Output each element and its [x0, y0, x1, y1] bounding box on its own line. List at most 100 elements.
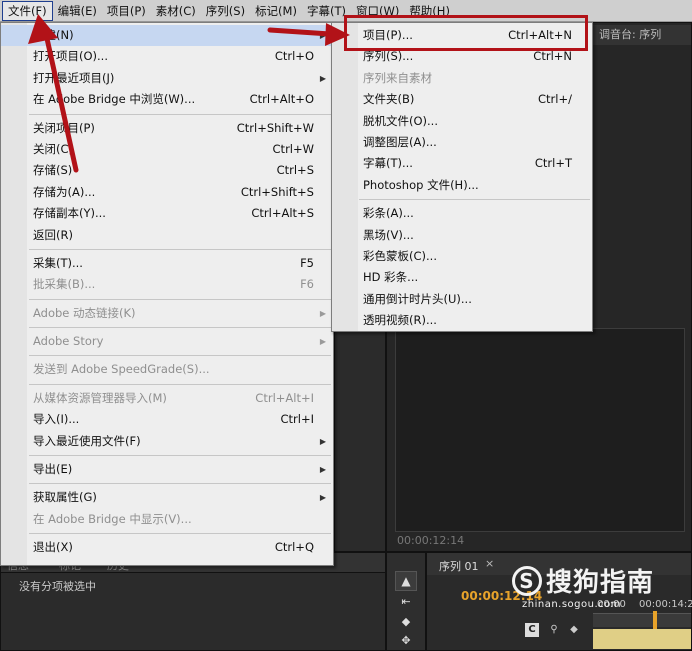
sub-menu-item[interactable]: 调整图层(A)...: [332, 132, 592, 153]
timeline-tracks: [593, 629, 691, 649]
submenu-arrow-icon: ▶: [319, 493, 326, 503]
sub-menu-item-label: 彩色蒙板(C)...: [363, 248, 437, 263]
menu-separator: [29, 383, 331, 385]
file-menu-item[interactable]: 导入最近使用文件(F) ▶: [1, 431, 333, 452]
file-menu-item[interactable]: 打开最近项目(J) ▶: [1, 68, 333, 89]
file-menu-item-label: 存储副本(Y)...: [33, 206, 106, 221]
watermark: S 搜狗指南 zhinan.sogou.com: [512, 562, 654, 610]
submenu-arrow-icon: ▶: [319, 436, 326, 446]
file-menu: 新建(N) ▶ 打开项目(O)... Ctrl+O 打开最近项目(J) ▶ 在 Adobe …: [0, 22, 334, 566]
shortcut-label: Ctrl+Shift+W: [236, 120, 314, 135]
file-menu-item[interactable]: 采集(T)... F5: [1, 253, 333, 274]
file-menu-item-label: 退出(X): [33, 540, 73, 555]
watermark-text: 搜狗指南: [546, 568, 655, 598]
menu-separator: [29, 455, 331, 457]
highlight-box: [344, 15, 588, 51]
new-submenu: 项目(P)... Ctrl+Alt+N 序列(S)... Ctrl+N 序列来自素材 文件…: [331, 22, 593, 332]
monitor-screen: [395, 328, 685, 532]
file-menu-item-label: 发送到 Adobe SpeedGrade(S)...: [33, 362, 210, 377]
file-menu-item[interactable]: 新建(N) ▶: [1, 25, 333, 47]
file-menu-item[interactable]: 获取属性(G) ▶: [1, 487, 333, 508]
shortcut-label: Ctrl+Alt+I: [255, 390, 314, 405]
menu-marker[interactable]: 标记(M): [250, 1, 302, 21]
file-menu-item[interactable]: 打开项目(O)... Ctrl+O: [1, 46, 333, 67]
sub-menu-item[interactable]: Photoshop 文件(H)...: [332, 175, 592, 196]
selection-tool-icon[interactable]: ▲: [395, 571, 417, 591]
file-menu-item[interactable]: 存储为(A)... Ctrl+Shift+S: [1, 182, 333, 203]
file-menu-item[interactable]: 导出(E) ▶: [1, 459, 333, 480]
tab-sequence-01[interactable]: 序列 01: [439, 558, 479, 574]
sub-menu-item-label: 通用倒计时片头(U)...: [363, 291, 472, 306]
shortcut-label: Ctrl+I: [280, 412, 315, 427]
link-icon[interactable]: ⚲: [547, 623, 561, 637]
file-menu-item[interactable]: 导入(I)... Ctrl+I: [1, 409, 333, 430]
menu-separator: [359, 199, 590, 201]
file-menu-item-label: 返回(R): [33, 227, 73, 242]
timeline-ruler[interactable]: [593, 613, 691, 627]
file-menu-item[interactable]: 退出(X) Ctrl+Q: [1, 537, 333, 558]
sub-menu-item[interactable]: 脱机文件(O)...: [332, 111, 592, 132]
shortcut-label: Ctrl+Alt+O: [249, 92, 314, 107]
marker-icon[interactable]: ◆: [567, 623, 581, 637]
submenu-arrow-icon: ▶: [319, 31, 326, 40]
submenu-arrow-icon: ▶: [319, 465, 326, 475]
menu-separator: [29, 248, 331, 250]
sub-menu-item[interactable]: 字幕(T)... Ctrl+T: [332, 153, 592, 174]
tools-panel: ▲ ⇤ ◆ ✥: [386, 552, 426, 651]
menu-separator: [29, 355, 331, 357]
file-menu-item: 批采集(B)... F6: [1, 274, 333, 295]
file-menu-item-label: 打开项目(O)...: [33, 49, 108, 64]
shortcut-label: Ctrl+Q: [274, 540, 314, 555]
rolling-edit-tool-icon[interactable]: ✥: [395, 633, 417, 649]
file-menu-item[interactable]: 返回(R): [1, 225, 333, 246]
file-menu-item[interactable]: 在 Adobe Bridge 中浏览(W)... Ctrl+Alt+O: [1, 89, 333, 110]
menu-separator: [29, 483, 331, 485]
menu-clip[interactable]: 素材(C): [151, 1, 201, 21]
file-menu-item[interactable]: 存储副本(Y)... Ctrl+Alt+S: [1, 203, 333, 224]
file-menu-item: 发送到 Adobe SpeedGrade(S)...: [1, 359, 333, 380]
file-menu-item: Adobe 动态链接(K) ▶: [1, 303, 333, 324]
close-icon[interactable]: ×: [485, 557, 494, 570]
shortcut-label: Ctrl+O: [274, 49, 314, 64]
monitor-header: 调音台: 序列: [593, 25, 691, 45]
sub-menu-item[interactable]: 彩色蒙板(C)...: [332, 246, 592, 267]
sub-menu-item-label: 序列(S)...: [363, 49, 414, 64]
playhead[interactable]: [653, 611, 657, 629]
sub-menu-item-label: 彩条(A)...: [363, 206, 414, 221]
file-menu-item[interactable]: 关闭项目(P) Ctrl+Shift+W: [1, 118, 333, 139]
file-menu-item[interactable]: 关闭(C) Ctrl+W: [1, 139, 333, 160]
sub-menu-item[interactable]: 文件夹(B) Ctrl+/: [332, 89, 592, 110]
menu-separator: [29, 113, 331, 115]
menu-project[interactable]: 项目(P): [102, 1, 151, 21]
watermark-url: zhinan.sogou.com: [522, 599, 622, 610]
file-menu-item-label: 打开最近项目(J): [33, 70, 115, 85]
monitor-timecode: 00:00:12:14: [397, 534, 465, 547]
snap-icon[interactable]: C: [525, 623, 539, 637]
sub-menu-item-label: Photoshop 文件(H)...: [363, 177, 479, 192]
file-menu-item-label: Adobe 动态链接(K): [33, 305, 136, 320]
sub-menu-item[interactable]: 黑场(V)...: [332, 225, 592, 246]
file-menu-item-label: 在 Adobe Bridge 中显示(V)...: [33, 511, 192, 526]
shortcut-label: F6: [300, 277, 314, 292]
file-menu-item-label: 导入最近使用文件(F): [33, 433, 141, 448]
sub-menu-item[interactable]: HD 彩条...: [332, 267, 592, 288]
shortcut-label: Ctrl+S: [276, 163, 314, 178]
sub-menu-item[interactable]: 透明视频(R)...: [332, 310, 592, 331]
shortcut-label: Ctrl+W: [272, 141, 314, 156]
menu-edit[interactable]: 编辑(E): [53, 1, 102, 21]
file-menu-item-label: Adobe Story: [33, 334, 104, 349]
shortcut-label: Ctrl+/: [538, 92, 572, 107]
track-select-tool-icon[interactable]: ⇤: [395, 593, 417, 611]
menu-file[interactable]: 文件(F): [2, 0, 53, 21]
file-menu-item-label: 采集(T)...: [33, 255, 83, 270]
menu-sequence[interactable]: 序列(S): [201, 1, 250, 21]
menu-separator: [29, 533, 331, 535]
sub-menu-item[interactable]: 通用倒计时片头(U)...: [332, 289, 592, 310]
monitor-title: 调音台: 序列: [599, 28, 662, 41]
file-menu-item-label: 从媒体资源管理器导入(M): [33, 390, 167, 405]
sub-menu-item: 序列来自素材: [332, 68, 592, 89]
ripple-edit-tool-icon[interactable]: ◆: [395, 613, 417, 631]
sub-menu-item[interactable]: 彩条(A)...: [332, 203, 592, 224]
file-menu-item-label: 导入(I)...: [33, 412, 80, 427]
file-menu-item[interactable]: 存储(S) Ctrl+S: [1, 160, 333, 181]
